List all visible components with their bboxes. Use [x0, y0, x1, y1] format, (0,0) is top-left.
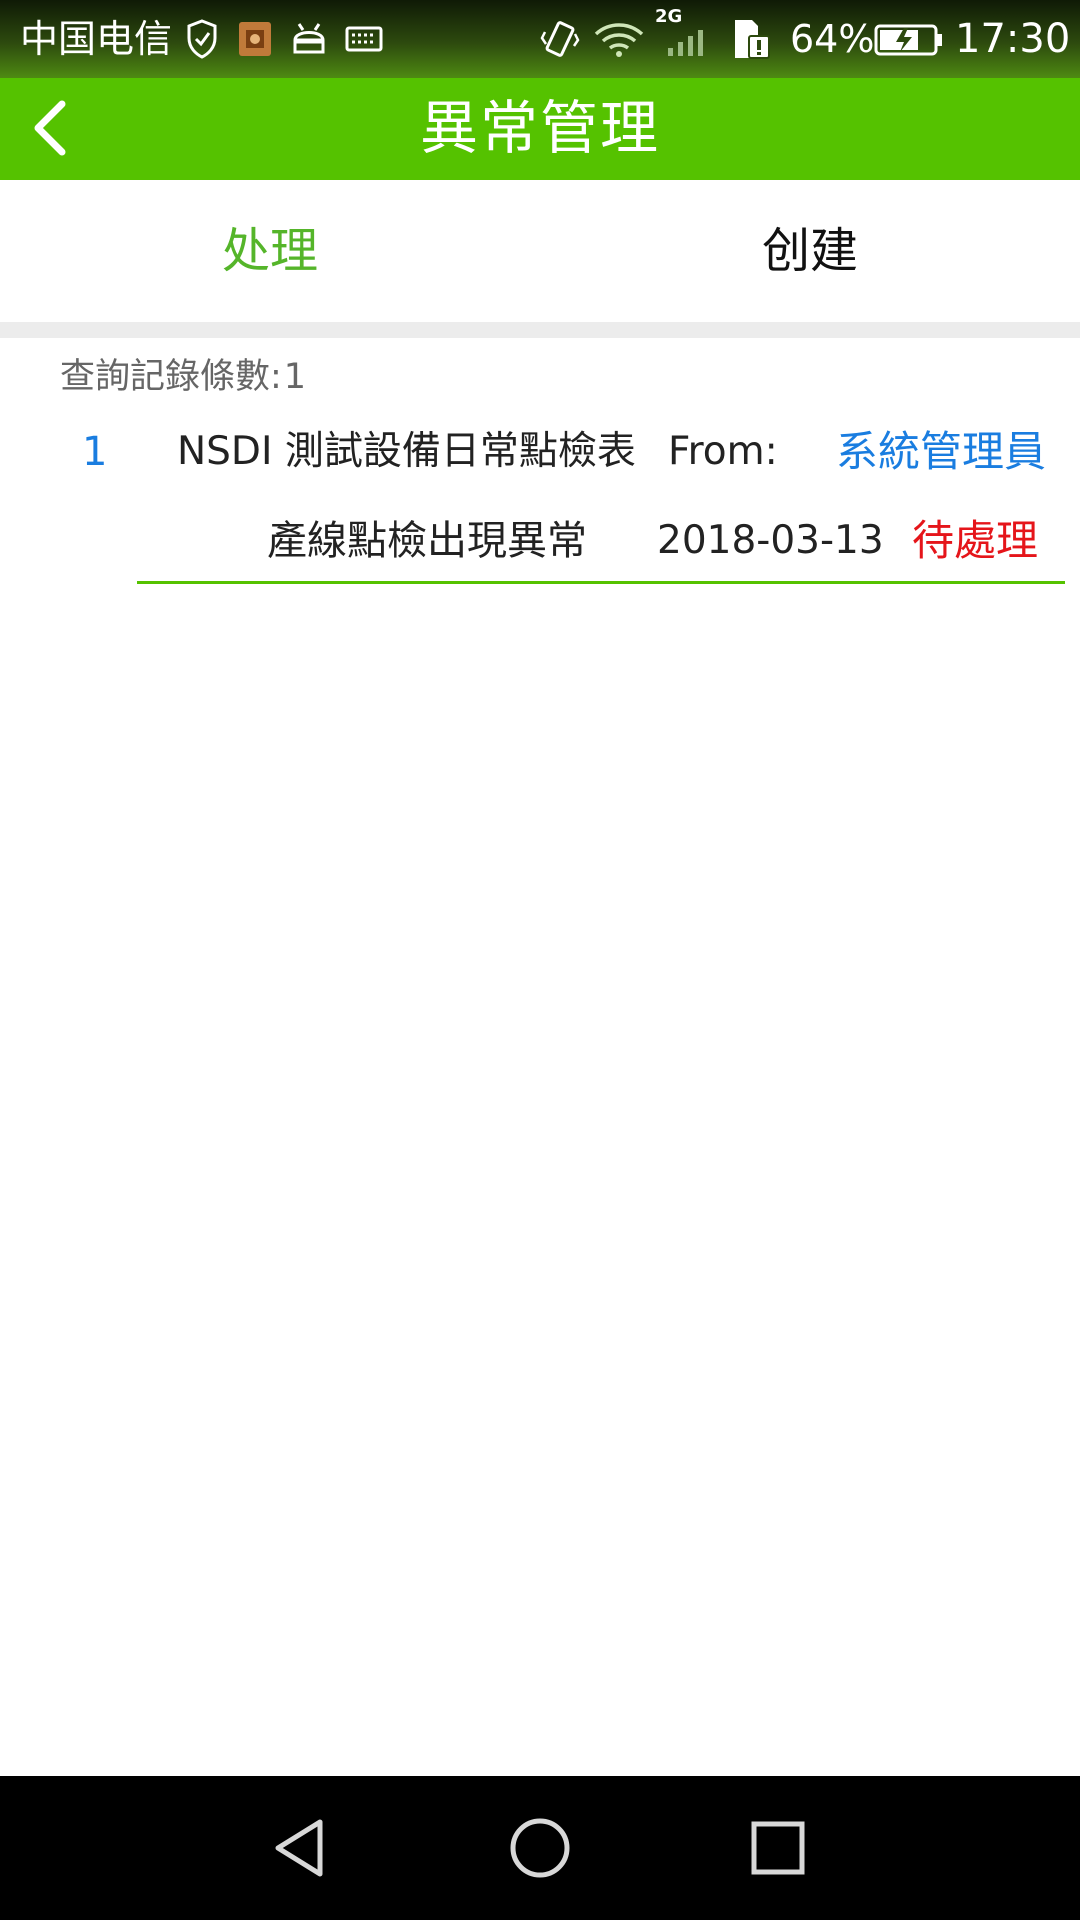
keyboard-icon	[345, 26, 383, 52]
tab-create[interactable]: 创建	[540, 180, 1080, 322]
item-title: NSDI 測試設備日常點檢表	[177, 429, 636, 474]
sim-alert-icon	[735, 20, 770, 59]
system-nav-bar	[0, 1776, 1080, 1920]
item-index: 1	[82, 429, 108, 475]
chevron-left-icon	[34, 100, 66, 156]
home-circle-icon[interactable]	[500, 1808, 580, 1888]
item-status-badge: 待處理	[911, 516, 1038, 565]
item-underline	[137, 581, 1065, 584]
battery-percent: 64%	[790, 17, 875, 61]
back-triangle-icon[interactable]	[262, 1808, 342, 1888]
list-item[interactable]: 1 NSDI 測試設備日常點檢表 From: 系統管理員 產線點檢出現異常 20…	[0, 408, 1080, 586]
item-date: 2018-03-13	[657, 518, 884, 563]
page-title: 異常管理	[419, 94, 660, 162]
item-description: 產線點檢出現異常	[267, 518, 587, 564]
wifi-icon	[594, 23, 644, 57]
battery-charging-icon	[874, 24, 942, 56]
carrier-name: 中国电信	[20, 17, 173, 61]
app-header: 異常管理	[0, 78, 1080, 180]
item-from-label: From:	[668, 429, 778, 474]
record-count-value: 1	[283, 357, 307, 397]
recents-square-icon[interactable]	[738, 1808, 818, 1888]
status-bar: 中国电信 2G 64% 17:30	[0, 0, 1080, 78]
android-icon	[293, 23, 325, 54]
tab-bar: 处理 创建	[0, 180, 1080, 322]
app-notification-icon	[239, 22, 271, 56]
record-count-label: 查詢記錄條數:	[60, 357, 282, 397]
record-count: 查詢記錄條數:1	[60, 352, 308, 402]
vibrate-icon	[540, 21, 580, 57]
clock: 17:30	[955, 16, 1071, 62]
back-button[interactable]	[18, 88, 98, 168]
shield-check-icon	[187, 19, 217, 59]
item-sender: 系統管理員	[835, 427, 1046, 476]
tab-process[interactable]: 处理	[0, 180, 540, 322]
signal-icon	[668, 30, 703, 56]
section-divider	[0, 322, 1080, 338]
